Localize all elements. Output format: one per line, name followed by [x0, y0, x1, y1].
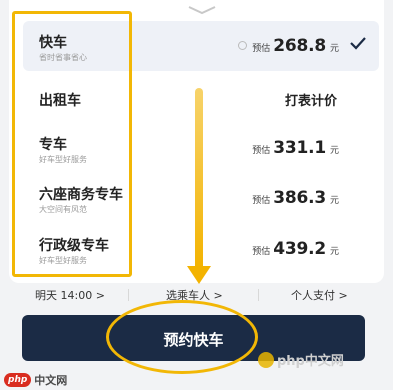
watermark-circle-icon [258, 351, 274, 368]
watermark-right-text: php中文网 [277, 354, 344, 369]
price-value: 386.3 [273, 188, 326, 208]
price-value: 268.8 [273, 36, 326, 56]
estimate-label: 预估 [252, 247, 271, 257]
watermark-text: 中文网 [34, 374, 68, 387]
arrow-head-annotation [187, 266, 211, 284]
divider [128, 289, 129, 301]
price-estimate: 预估 268.8 元 [238, 36, 339, 56]
check-icon [350, 37, 366, 50]
divider [258, 289, 259, 301]
watermark-right: php中文网 [258, 350, 344, 369]
price-estimate: 预估 439.2 元 [252, 239, 339, 259]
price-value: 331.1 [273, 138, 326, 158]
price-unit: 元 [329, 247, 339, 257]
arrow-annotation [195, 88, 203, 270]
price-estimate: 预估 331.1 元 [252, 138, 339, 158]
watermark-logo: php 中文网 [4, 371, 67, 389]
price-estimate: 预估 386.3 元 [252, 188, 339, 208]
departure-time-option[interactable]: 明天 14:00 > [35, 287, 105, 303]
ellipse-annotation [106, 300, 258, 374]
php-logo-icon: php [4, 373, 32, 387]
estimate-label: 预估 [252, 44, 271, 54]
highlight-box-annotation [12, 11, 132, 277]
estimate-label: 预估 [252, 146, 271, 156]
radio-icon [238, 41, 248, 50]
meter-pricing: 打表计价 [284, 94, 337, 109]
price-unit: 元 [329, 44, 339, 54]
chevron-down-icon[interactable] [183, 4, 221, 18]
price-unit: 元 [329, 196, 339, 206]
payment-option[interactable]: 个人支付 > [291, 287, 348, 303]
estimate-label: 预估 [252, 196, 271, 206]
price-value: 439.2 [273, 239, 326, 259]
price-unit: 元 [329, 146, 339, 156]
